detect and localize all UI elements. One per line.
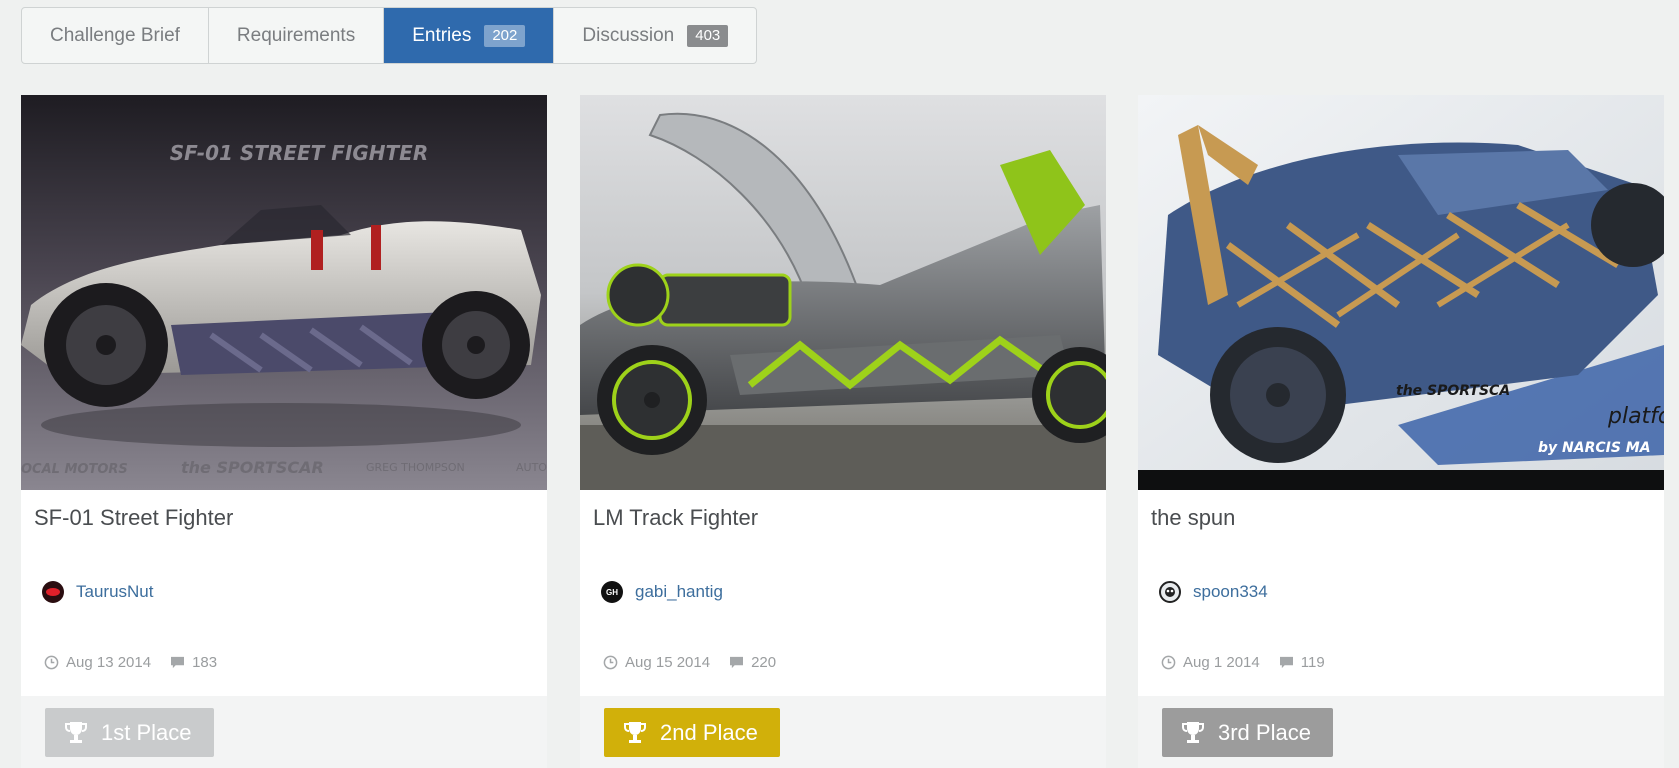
tab-discussion[interactable]: Discussion 403	[554, 8, 756, 63]
image-headline: SF-01 STREET FIGHTER	[170, 141, 429, 165]
entry-footer: 2nd Place	[580, 696, 1106, 768]
comment-icon	[170, 656, 185, 669]
entry-card: the SPORTSCA platfo by NARCIS MA the spu…	[1138, 95, 1664, 768]
tab-requirements[interactable]: Requirements	[209, 8, 385, 63]
face-icon	[1165, 587, 1175, 597]
lips-icon	[46, 588, 60, 596]
entry-image[interactable]	[580, 95, 1106, 490]
place-badge[interactable]: 2nd Place	[604, 708, 780, 757]
image-brand-text: the SPORTSCA	[1396, 383, 1510, 399]
tab-challenge-brief[interactable]: Challenge Brief	[22, 8, 209, 63]
trophy-icon	[624, 721, 646, 745]
comment-count: 220	[751, 654, 777, 671]
entry-meta: Aug 13 2014 183	[44, 654, 217, 671]
image-brand-text: platfo	[1607, 404, 1664, 429]
discussion-count-badge: 403	[687, 24, 729, 47]
entry-card: LM Track Fighter GH gabi_hantig Aug 15 2…	[580, 95, 1106, 768]
clock-icon	[603, 655, 618, 670]
image-brand-text: OCAL MOTORS	[21, 462, 128, 477]
tab-label: Discussion	[582, 24, 675, 46]
entry-date: Aug 15 2014	[625, 654, 711, 671]
comment-count: 183	[192, 654, 218, 671]
tab-bar: Challenge Brief Requirements Entries 202…	[21, 7, 758, 64]
entry-card: SF-01 STREET FIGHTER OCAL MOTORS the SPO…	[21, 95, 547, 768]
tab-label: Challenge Brief	[50, 24, 180, 46]
place-label: 1st Place	[101, 719, 192, 745]
image-brand-text: GREG THOMPSON	[366, 461, 465, 474]
image-brand-text: AUTO	[516, 461, 547, 474]
tab-label: Entries	[412, 24, 472, 46]
place-badge[interactable]: 1st Place	[45, 708, 214, 757]
avatar[interactable]	[1159, 581, 1181, 603]
entry-title[interactable]: LM Track Fighter	[593, 505, 758, 531]
tab-entries[interactable]: Entries 202	[384, 8, 555, 63]
entry-image[interactable]: the SPORTSCA platfo by NARCIS MA	[1138, 95, 1664, 490]
entry-date: Aug 1 2014	[1183, 654, 1260, 671]
entry-title[interactable]: SF-01 Street Fighter	[34, 505, 233, 531]
author-link[interactable]: gabi_hantig	[635, 582, 723, 602]
comment-icon	[1279, 656, 1294, 669]
entries-count-badge: 202	[484, 24, 526, 47]
entry-meta: Aug 1 2014 119	[1161, 654, 1325, 671]
author-link[interactable]: TaurusNut	[76, 582, 153, 602]
author-link[interactable]: spoon334	[1193, 582, 1268, 602]
clock-icon	[1161, 655, 1176, 670]
trophy-icon	[65, 721, 87, 745]
entry-date: Aug 13 2014	[66, 654, 152, 671]
entry-meta: Aug 15 2014 220	[603, 654, 776, 671]
entry-footer: 3rd Place	[1138, 696, 1664, 768]
image-brand-text: the SPORTSCAR	[181, 458, 324, 477]
entry-footer: 1st Place	[21, 696, 547, 768]
entry-author: GH gabi_hantig	[601, 581, 723, 603]
comment-count: 119	[1300, 654, 1325, 671]
entry-image[interactable]: SF-01 STREET FIGHTER OCAL MOTORS the SPO…	[21, 95, 547, 490]
comment-icon	[729, 656, 744, 669]
clock-icon	[44, 655, 59, 670]
place-label: 2nd Place	[660, 719, 758, 745]
entry-author: TaurusNut	[42, 581, 153, 603]
image-brand-text: by NARCIS MA	[1538, 440, 1651, 456]
avatar[interactable]	[42, 581, 64, 603]
avatar[interactable]: GH	[601, 581, 623, 603]
entry-title[interactable]: the spun	[1151, 505, 1235, 531]
tab-label: Requirements	[236, 24, 356, 46]
entry-author: spoon334	[1159, 581, 1268, 603]
place-label: 3rd Place	[1218, 719, 1311, 745]
place-badge[interactable]: 3rd Place	[1162, 708, 1333, 757]
trophy-icon	[1182, 721, 1204, 745]
